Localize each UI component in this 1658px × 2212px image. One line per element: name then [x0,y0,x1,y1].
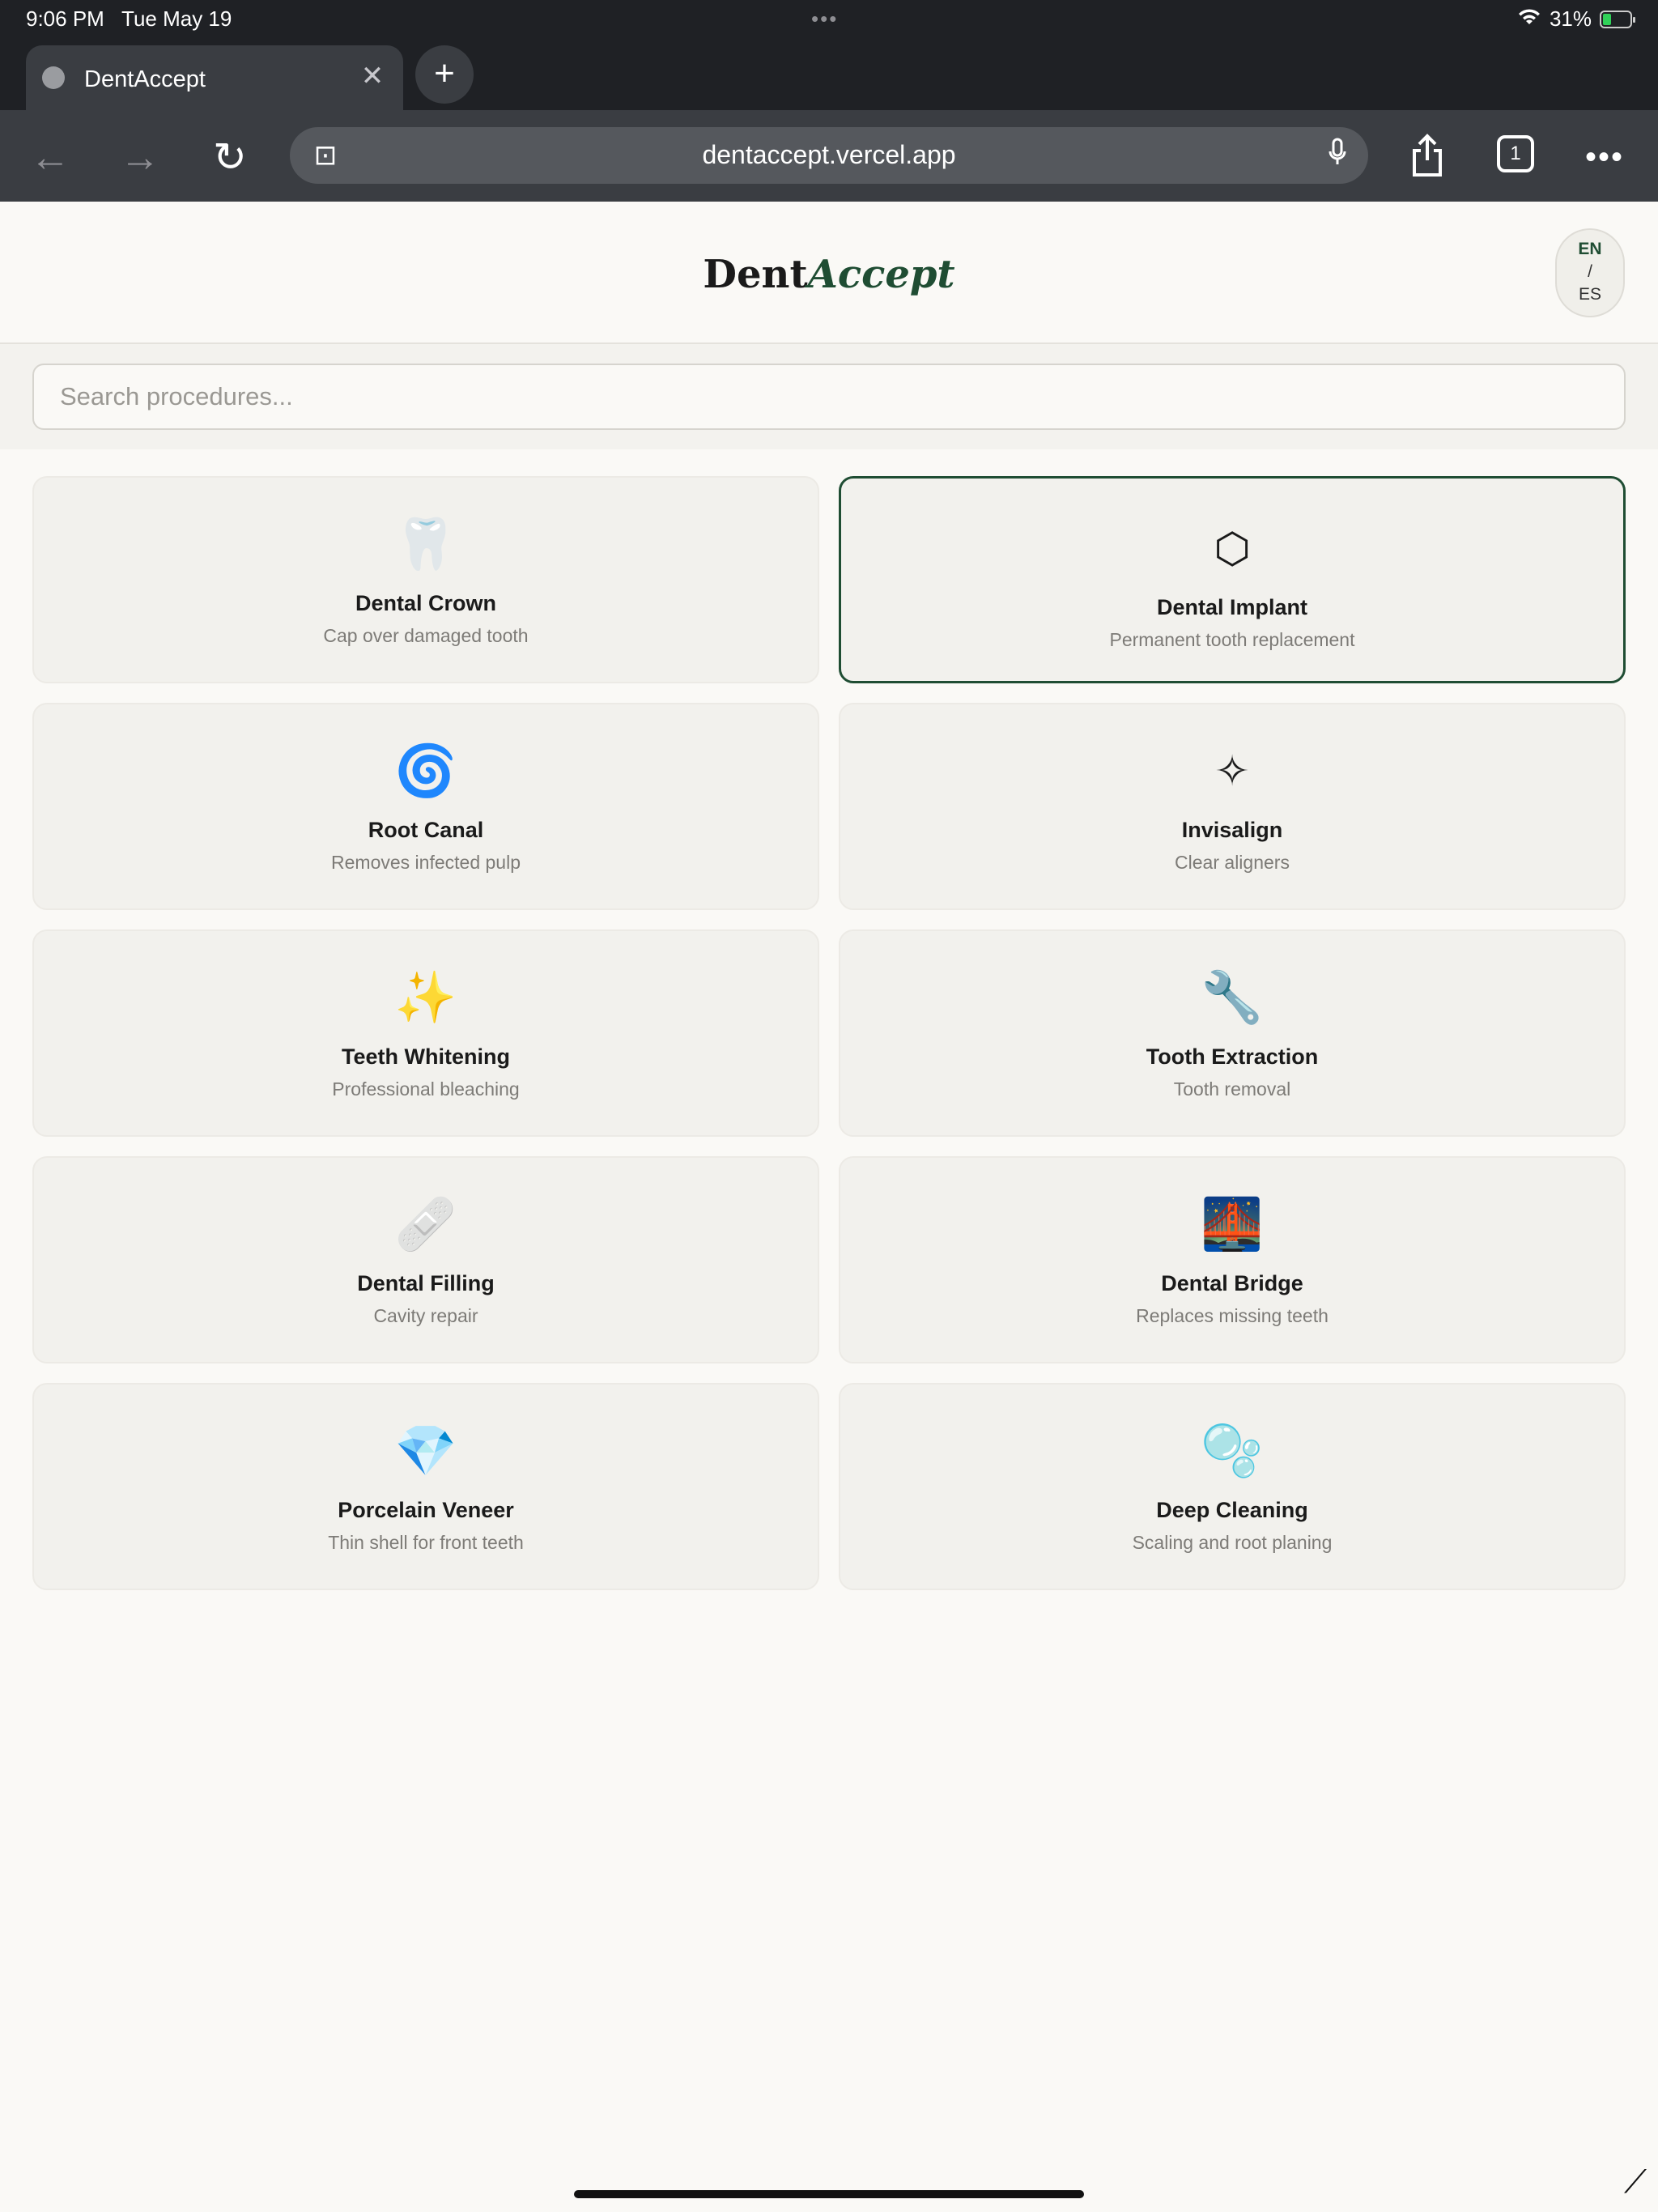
procedure-title: Dental Crown [355,591,496,615]
brand-logo[interactable]: DentAccept [0,252,1658,297]
pencil-hover-icon: ⟋ [1624,2164,1647,2200]
globe-icon [42,66,65,89]
lang-separator: / [1588,262,1592,281]
procedure-card-teeth-whitening[interactable]: ✨ Teeth Whitening Professional bleaching [32,929,819,1137]
more-icon[interactable]: ••• [1580,133,1629,181]
procedure-card-invisalign[interactable]: ✧ Invisalign Clear aligners [839,703,1626,910]
tooth-icon: 🦷 [394,517,457,572]
address-bar[interactable]: ⊡ dentaccept.vercel.app [290,127,1368,184]
wifi-icon [1517,6,1541,32]
brand-accept: Accept [807,252,955,297]
procedure-title: Deep Cleaning [1156,1498,1308,1522]
lang-es: ES [1578,285,1601,304]
share-icon[interactable] [1403,133,1452,181]
procedure-title: Root Canal [368,818,484,842]
url-text: dentaccept.vercel.app [702,140,956,169]
procedure-description: Permanent tooth replacement [1109,629,1355,650]
battery-icon [1600,10,1635,28]
forward-arrow-icon[interactable]: → [116,133,164,181]
close-tab-icon[interactable]: ✕ [356,60,389,92]
sparkle-outline-icon: ✧ [1214,748,1250,795]
procedure-description: Replaces missing teeth [1136,1305,1329,1326]
battery-percent: 31% [1549,6,1592,31]
date-text: Tue May 19 [121,6,232,31]
tab-strip: DentAccept ✕ + [0,39,1658,110]
procedure-card-dental-bridge[interactable]: 🌉 Dental Bridge Replaces missing teeth [839,1156,1626,1363]
reload-icon[interactable]: ↻ [206,133,254,181]
procedure-description: Removes infected pulp [331,852,521,873]
bandage-icon: 🩹 [394,1197,457,1253]
home-indicator[interactable] [574,2190,1084,2198]
procedure-title: Tooth Extraction [1146,1044,1319,1069]
status-time: 9:06 PM Tue May 19 [26,6,232,32]
sparkles-icon: ✨ [394,970,457,1026]
back-arrow-icon[interactable]: ← [26,133,74,181]
procedure-description: Cavity repair [373,1305,478,1326]
procedure-title: Dental Filling [357,1271,495,1295]
procedure-title: Teeth Whitening [342,1044,510,1069]
browser-tab[interactable]: DentAccept ✕ [26,45,403,110]
procedure-card-dental-crown[interactable]: 🦷 Dental Crown Cap over damaged tooth [32,476,819,683]
bridge-icon: 🌉 [1201,1197,1264,1253]
gem-icon: 💎 [394,1423,457,1479]
battery-fill [1603,13,1611,25]
procedure-card-tooth-extraction[interactable]: 🔧 Tooth Extraction Tooth removal [839,929,1626,1137]
procedure-description: Clear aligners [1175,852,1290,873]
procedure-card-porcelain-veneer[interactable]: 💎 Porcelain Veneer Thin shell for front … [32,1383,819,1590]
bubbles-icon: 🫧 [1201,1423,1264,1479]
hexagon-icon: ⬡ [1214,525,1251,572]
tabs-overview-button[interactable]: 1 [1497,135,1534,172]
procedure-title: Dental Implant [1156,595,1308,619]
page-header: DentAccept EN / ES [0,202,1658,344]
procedure-card-root-canal[interactable]: 🌀 Root Canal Removes infected pulp [32,703,819,910]
time-text: 9:06 PM [26,6,104,31]
language-toggle[interactable]: EN / ES [1555,228,1625,317]
procedure-title: Invisalign [1181,818,1283,842]
procedure-card-deep-cleaning[interactable]: 🫧 Deep Cleaning Scaling and root planing [839,1383,1626,1590]
cyclone-icon: 🌀 [394,743,457,799]
new-tab-button[interactable]: + [415,45,474,104]
brand-dent: Dent [703,252,808,297]
procedure-description: Professional bleaching [332,1078,520,1100]
tab-title: DentAccept [84,66,206,92]
browser-toolbar: ← → ↻ ⊡ dentaccept.vercel.app 1 ••• [0,110,1658,202]
procedure-description: Tooth removal [1173,1078,1291,1100]
procedure-title: Porcelain Veneer [338,1498,514,1522]
status-bar: 9:06 PM Tue May 19 ••• 31% [0,0,1658,39]
status-right: 31% [1517,6,1635,32]
search-section [0,344,1658,449]
procedure-description: Cap over damaged tooth [323,625,529,646]
multitasking-dots[interactable]: ••• [811,6,838,32]
procedure-grid: 🦷 Dental Crown Cap over damaged tooth ⬡ … [32,476,1626,1590]
wrench-icon: 🔧 [1201,970,1264,1026]
search-input[interactable] [32,364,1626,430]
microphone-icon[interactable] [1323,138,1352,173]
procedure-title: Dental Bridge [1161,1271,1303,1295]
procedure-description: Thin shell for front teeth [328,1532,524,1553]
procedure-description: Scaling and root planing [1132,1532,1333,1553]
procedure-card-dental-filling[interactable]: 🩹 Dental Filling Cavity repair [32,1156,819,1363]
lang-en: EN [1578,240,1602,258]
procedure-card-dental-implant[interactable]: ⬡ Dental Implant Permanent tooth replace… [839,476,1626,683]
